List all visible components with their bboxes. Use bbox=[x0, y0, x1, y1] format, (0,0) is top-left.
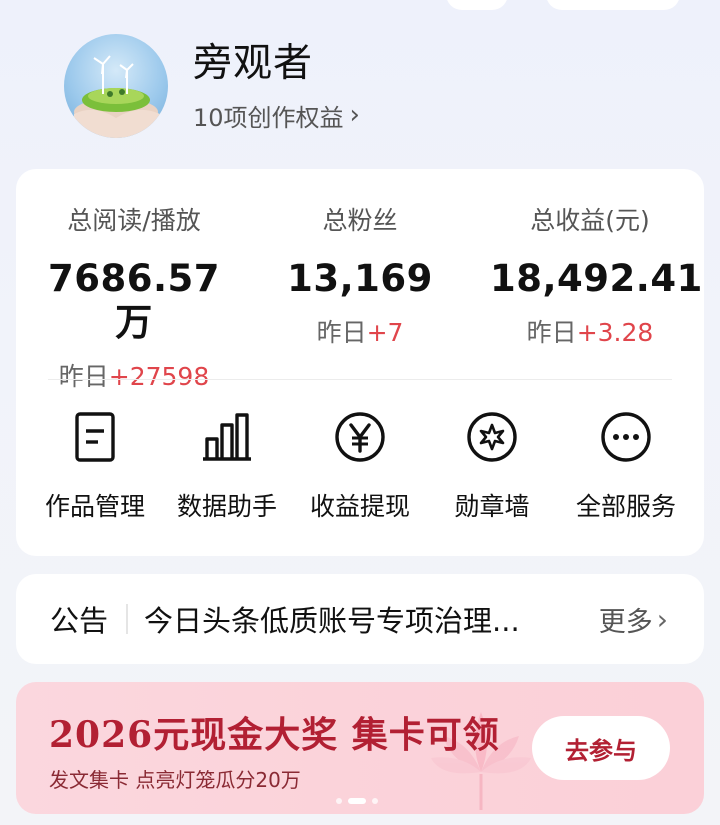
stat-yesterday: 昨日+7 bbox=[260, 315, 460, 351]
chevron-right-icon: › bbox=[349, 100, 360, 130]
announcement-text[interactable]: 今日头条低质账号专项治理... bbox=[144, 598, 554, 640]
stat-yesterday-prefix: 昨日 bbox=[58, 362, 109, 391]
avatar[interactable] bbox=[64, 34, 168, 138]
username: 旁观者 bbox=[193, 40, 314, 86]
stat-total-income[interactable]: 总收益(元) 18,492.41 昨日+3.28 bbox=[490, 203, 703, 351]
carousel-dot[interactable] bbox=[372, 798, 378, 804]
join-button[interactable]: 去参与 bbox=[532, 716, 670, 780]
stats-card: 总阅读/播放 7686.57万 昨日+27598 总粉丝 13,169 昨日+7… bbox=[16, 169, 704, 556]
service-label: 全部服务 bbox=[575, 492, 676, 521]
banner-title: 2026元现金大奖 集卡可领 bbox=[49, 714, 500, 756]
announcement-bar: 公告 今日头条低质账号专项治理... 更多 › bbox=[16, 574, 704, 664]
top-action-pill-2[interactable] bbox=[546, 0, 680, 10]
bar-chart-icon bbox=[203, 413, 251, 461]
stat-label: 总粉丝 bbox=[322, 206, 398, 235]
stat-yesterday-prefix: 昨日 bbox=[526, 318, 577, 347]
service-works-management[interactable]: 作品管理 bbox=[29, 409, 161, 525]
stat-label: 总阅读/播放 bbox=[67, 206, 201, 235]
announcement-more-link[interactable]: 更多 › bbox=[599, 600, 668, 639]
stat-total-fans[interactable]: 总粉丝 13,169 昨日+7 bbox=[260, 203, 460, 351]
stat-value: 7686.57万 bbox=[47, 257, 221, 344]
carousel-dot-active[interactable] bbox=[348, 798, 366, 804]
document-icon bbox=[75, 412, 115, 462]
star-badge-icon bbox=[467, 412, 517, 462]
promo-banner[interactable]: 2026元现金大奖 集卡可领 发文集卡 点亮灯笼瓜分20万 去参与 bbox=[16, 682, 704, 814]
yuan-icon bbox=[335, 412, 385, 462]
service-label: 作品管理 bbox=[44, 492, 145, 521]
stat-label: 总收益(元) bbox=[530, 206, 650, 235]
service-label: 数据助手 bbox=[176, 492, 277, 521]
creator-rights-label: 10项创作权益 bbox=[193, 103, 344, 132]
chevron-right-icon: › bbox=[656, 602, 668, 636]
profile-header: 旁观者 10项创作权益 › bbox=[64, 34, 360, 138]
stat-value: 13,169 bbox=[287, 257, 433, 300]
carousel-dot[interactable] bbox=[336, 798, 342, 804]
announcement-separator bbox=[126, 604, 129, 634]
service-data-assistant[interactable]: 数据助手 bbox=[161, 409, 293, 525]
top-action-pill-1[interactable] bbox=[446, 0, 508, 10]
service-grid: 作品管理 数据助手 收益提现 勋章墙 全部服务 bbox=[16, 409, 704, 529]
stat-yesterday: 昨日+3.28 bbox=[490, 315, 690, 351]
banner-subtitle: 发文集卡 点亮灯笼瓜分20万 bbox=[49, 768, 301, 792]
service-medal-wall[interactable]: 勋章墙 bbox=[426, 409, 558, 525]
stat-yesterday: 昨日+27598 bbox=[34, 359, 234, 395]
stat-total-reads[interactable]: 总阅读/播放 7686.57万 昨日+27598 bbox=[34, 203, 234, 395]
announcement-tag: 公告 bbox=[50, 604, 109, 638]
service-income-withdraw[interactable]: 收益提现 bbox=[294, 409, 426, 525]
stat-yesterday-delta: +27598 bbox=[108, 362, 210, 391]
divider bbox=[48, 379, 672, 380]
stat-yesterday-prefix: 昨日 bbox=[316, 318, 367, 347]
service-label: 收益提现 bbox=[309, 492, 410, 521]
stat-yesterday-delta: +7 bbox=[366, 318, 404, 347]
creator-rights-link[interactable]: 10项创作权益 › bbox=[193, 98, 360, 133]
stat-yesterday-delta: +3.28 bbox=[576, 318, 654, 347]
service-all[interactable]: 全部服务 bbox=[560, 409, 692, 525]
more-dots-icon bbox=[601, 412, 651, 462]
service-label: 勋章墙 bbox=[454, 492, 530, 521]
more-label: 更多 bbox=[598, 606, 653, 638]
stat-value: 18,492.41 bbox=[490, 257, 703, 300]
carousel-indicator bbox=[336, 798, 378, 804]
